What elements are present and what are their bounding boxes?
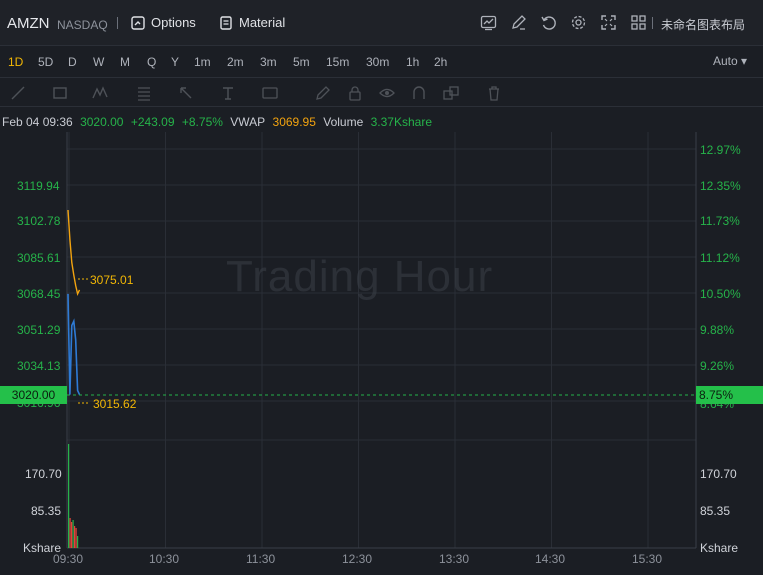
x-tick: 15:30 (632, 552, 663, 566)
y-tick-right: 9.88% (700, 323, 735, 337)
volume-unit-right: Kshare (700, 541, 739, 555)
y-tick-left: 3119.94 (17, 179, 60, 193)
volume-bar (71, 522, 73, 548)
y-tick-left: 3102.78 (17, 214, 61, 228)
volume-bar (74, 526, 76, 548)
volume-bars (68, 444, 79, 548)
volume-tick-right: 85.35 (700, 504, 731, 518)
volume-bar (77, 536, 79, 548)
y-tick-left: 3034.13 (17, 359, 61, 373)
current-pct-tag: 8.75% (696, 386, 763, 404)
vwap-line (67, 209, 81, 297)
y-tick-right: 11.12% (700, 251, 740, 265)
y-tick-right: 10.50% (700, 287, 741, 301)
y-tick-left: 3085.61 (17, 251, 61, 265)
volume-tick-left: 170.70 (25, 467, 62, 481)
x-tick: 11:30 (246, 552, 276, 566)
watermark: Trading Hour (226, 252, 494, 301)
x-tick: 14:30 (535, 552, 566, 566)
y-tick-left: 3068.45 (17, 287, 61, 301)
y-tick-right: 9.26% (700, 359, 735, 373)
low-price-annotation: 3015.62 (93, 397, 137, 411)
y-tick-left: 3051.29 (17, 323, 61, 337)
volume-bar (72, 520, 74, 548)
x-tick: 13:30 (439, 552, 470, 566)
y-tick-right: 12.35% (700, 179, 741, 193)
x-tick: 12:30 (342, 552, 373, 566)
chart-grid (67, 132, 696, 548)
y-tick-right: 12.97% (700, 143, 741, 157)
volume-tick-left: 85.35 (31, 504, 62, 518)
volume-bar (75, 528, 77, 548)
y-tick-right: 11.73% (700, 214, 740, 228)
high-price-annotation: 3075.01 (90, 273, 134, 287)
x-tick: 09:30 (53, 552, 84, 566)
volume-tick-right: 170.70 (700, 467, 737, 481)
volume-bar (68, 444, 70, 548)
volume-bar (69, 518, 71, 548)
price-line (67, 293, 81, 395)
x-tick: 10:30 (149, 552, 180, 566)
current-price-tag: 3020.00 (0, 386, 67, 404)
